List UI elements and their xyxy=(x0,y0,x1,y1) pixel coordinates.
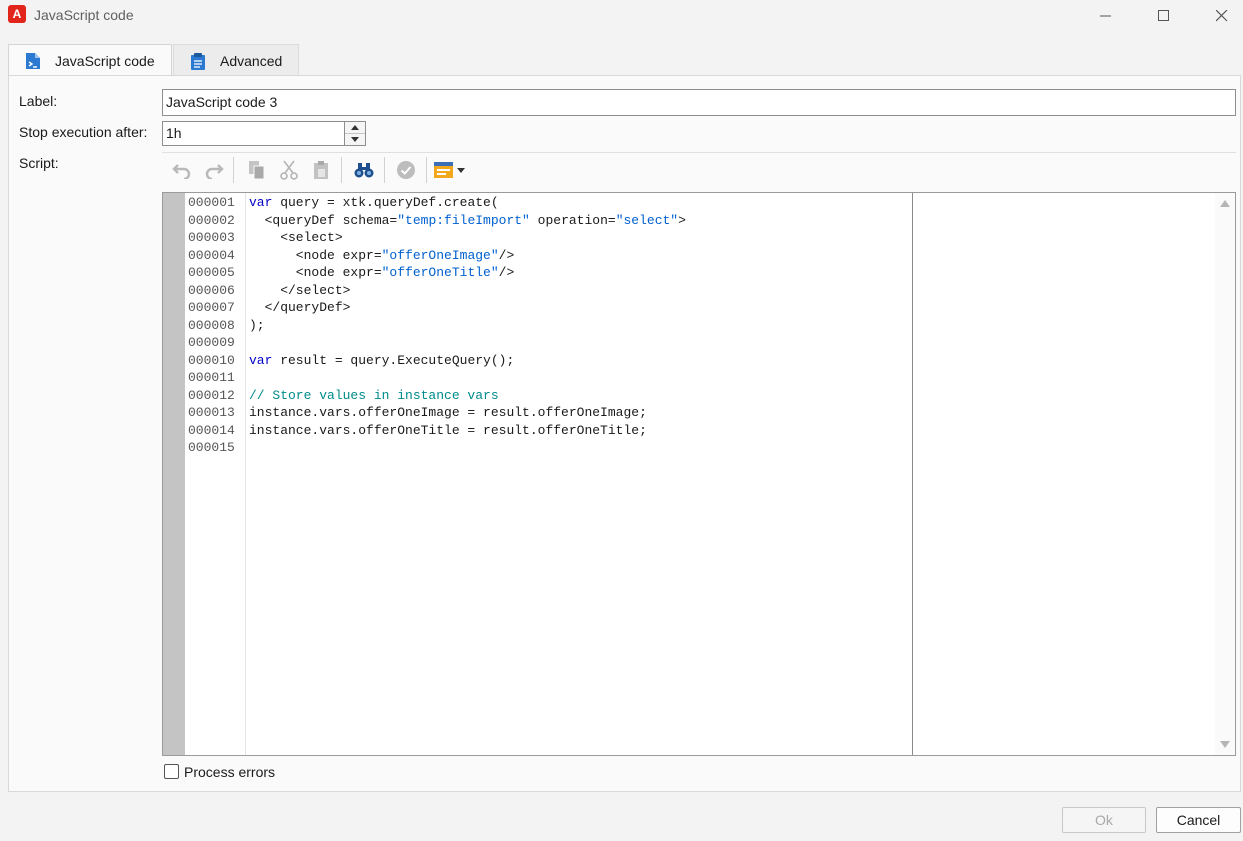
tab-label: Advanced xyxy=(220,52,283,69)
cancel-button[interactable]: Cancel xyxy=(1156,807,1241,833)
code-line[interactable]: <queryDef schema="temp:fileImport" opera… xyxy=(249,212,686,230)
code-keyword: var xyxy=(249,195,273,210)
code-text: instance.vars.offerOneTitle = result.off… xyxy=(249,422,647,438)
code-text: /> xyxy=(498,247,515,263)
line-number: 000014 xyxy=(188,422,235,438)
line-number: 000007 xyxy=(188,300,235,315)
stop-execution-input[interactable]: 1h xyxy=(162,121,345,146)
toolbar-separator xyxy=(384,157,385,183)
stop-execution-caption: Stop execution after: xyxy=(19,124,148,140)
code-text: <node expr= xyxy=(249,265,382,280)
code-text: instance.vars.offerOneImage = result.off… xyxy=(249,405,647,420)
maximize-button[interactable] xyxy=(1136,0,1192,32)
code-line[interactable]: <node expr="offerOneImage"/> xyxy=(249,247,514,265)
vertical-scrollbar[interactable] xyxy=(1215,193,1235,755)
line-numbers: 000001 000002 000003 000004 000005 000006 0000… xyxy=(185,193,246,755)
scroll-up-icon[interactable] xyxy=(1220,200,1230,207)
check-syntax-icon[interactable] xyxy=(395,159,417,181)
line-number: 000008 xyxy=(188,317,235,333)
code-line[interactable]: var result = query.ExecuteQuery(); xyxy=(249,352,514,370)
code-text: </select> xyxy=(249,282,351,298)
code-line[interactable]: <select> xyxy=(249,229,343,247)
scroll-down-icon[interactable] xyxy=(1220,741,1230,748)
close-button[interactable] xyxy=(1194,0,1243,32)
code-line[interactable]: </queryDef> xyxy=(249,299,351,317)
script-caption: Script: xyxy=(19,155,59,171)
code-comment: // Store values in instance vars xyxy=(249,387,499,403)
line-number: 000001 xyxy=(188,195,235,210)
toolbar-separator xyxy=(341,157,342,183)
code-area[interactable]: var query = xtk.queryDef.create( <queryD… xyxy=(249,193,913,755)
code-text: </queryDef> xyxy=(249,300,351,315)
redo-icon[interactable] xyxy=(203,159,225,181)
code-line[interactable]: ); xyxy=(249,317,265,335)
line-number: 000004 xyxy=(188,247,235,263)
line-number: 000012 xyxy=(188,387,235,403)
copy-icon[interactable] xyxy=(246,159,268,181)
line-number: 000013 xyxy=(188,405,235,420)
toolbar-separator xyxy=(426,157,427,183)
code-string: "select" xyxy=(615,212,679,228)
line-number: 000006 xyxy=(188,282,235,298)
code-text: <node expr= xyxy=(249,247,382,263)
code-text: query = xtk.queryDef.create( xyxy=(272,195,499,210)
script-editor[interactable]: 000001 000002 000003 000004 000005 000006 0000… xyxy=(162,192,1236,756)
code-text: ); xyxy=(249,317,265,333)
code-line[interactable]: instance.vars.offerOneTitle = result.off… xyxy=(249,422,647,440)
ok-button[interactable]: Ok xyxy=(1062,807,1146,833)
close-icon xyxy=(1216,10,1228,22)
code-line[interactable]: </select> xyxy=(249,282,350,300)
code-line[interactable]: instance.vars.offerOneImage = result.off… xyxy=(249,404,647,422)
code-string: "offerOneImage" xyxy=(381,247,499,263)
title-bar: A JavaScript code xyxy=(0,0,1243,32)
label-caption: Label: xyxy=(19,93,58,109)
undo-icon[interactable] xyxy=(171,159,193,181)
code-text: /> xyxy=(498,265,515,280)
code-text: <queryDef schema= xyxy=(249,212,398,228)
script-file-icon xyxy=(25,52,41,70)
code-line[interactable]: var query = xtk.queryDef.create( xyxy=(249,194,499,212)
insert-field-icon[interactable] xyxy=(433,159,467,181)
duration-spinner[interactable] xyxy=(344,121,366,146)
code-text: > xyxy=(678,212,686,228)
label-input[interactable]: JavaScript code 3 xyxy=(162,89,1236,116)
tab-javascript-code[interactable]: JavaScript code xyxy=(8,44,172,76)
code-text: <select> xyxy=(249,230,343,245)
line-number: 000003 xyxy=(188,230,235,245)
line-number: 000005 xyxy=(188,265,235,280)
find-icon[interactable] xyxy=(353,159,375,181)
code-line[interactable]: // Store values in instance vars xyxy=(249,387,499,405)
maximize-icon xyxy=(1158,10,1169,21)
minimize-icon xyxy=(1100,15,1111,17)
code-string: "offerOneTitle" xyxy=(381,265,499,280)
spin-up-icon[interactable] xyxy=(345,122,365,133)
tab-advanced[interactable]: Advanced xyxy=(173,44,299,76)
code-string: "temp:fileImport" xyxy=(397,212,530,228)
script-toolbar xyxy=(162,152,1236,186)
line-number: 000011 xyxy=(188,370,235,385)
line-number: 000009 xyxy=(188,335,235,350)
line-number: 000010 xyxy=(188,352,235,368)
code-text: operation= xyxy=(529,212,616,228)
tab-label: JavaScript code xyxy=(55,52,155,69)
toolbar-separator xyxy=(233,157,234,183)
window-title: JavaScript code xyxy=(34,7,134,23)
app-logo-icon: A xyxy=(8,5,26,23)
minimize-button[interactable] xyxy=(1078,0,1134,32)
clipboard-icon xyxy=(190,52,206,70)
editor-gutter xyxy=(163,193,185,755)
spin-down-icon[interactable] xyxy=(345,133,365,144)
process-errors-checkbox[interactable] xyxy=(164,764,179,779)
line-number: 000015 xyxy=(188,440,235,455)
code-line[interactable]: <node expr="offerOneTitle"/> xyxy=(249,264,514,282)
code-text: result = query.ExecuteQuery(); xyxy=(272,352,515,368)
code-keyword: var xyxy=(249,352,273,368)
line-number: 000002 xyxy=(188,212,235,228)
cut-icon[interactable] xyxy=(278,159,300,181)
process-errors-label: Process errors xyxy=(184,764,276,780)
paste-icon[interactable] xyxy=(310,159,332,181)
